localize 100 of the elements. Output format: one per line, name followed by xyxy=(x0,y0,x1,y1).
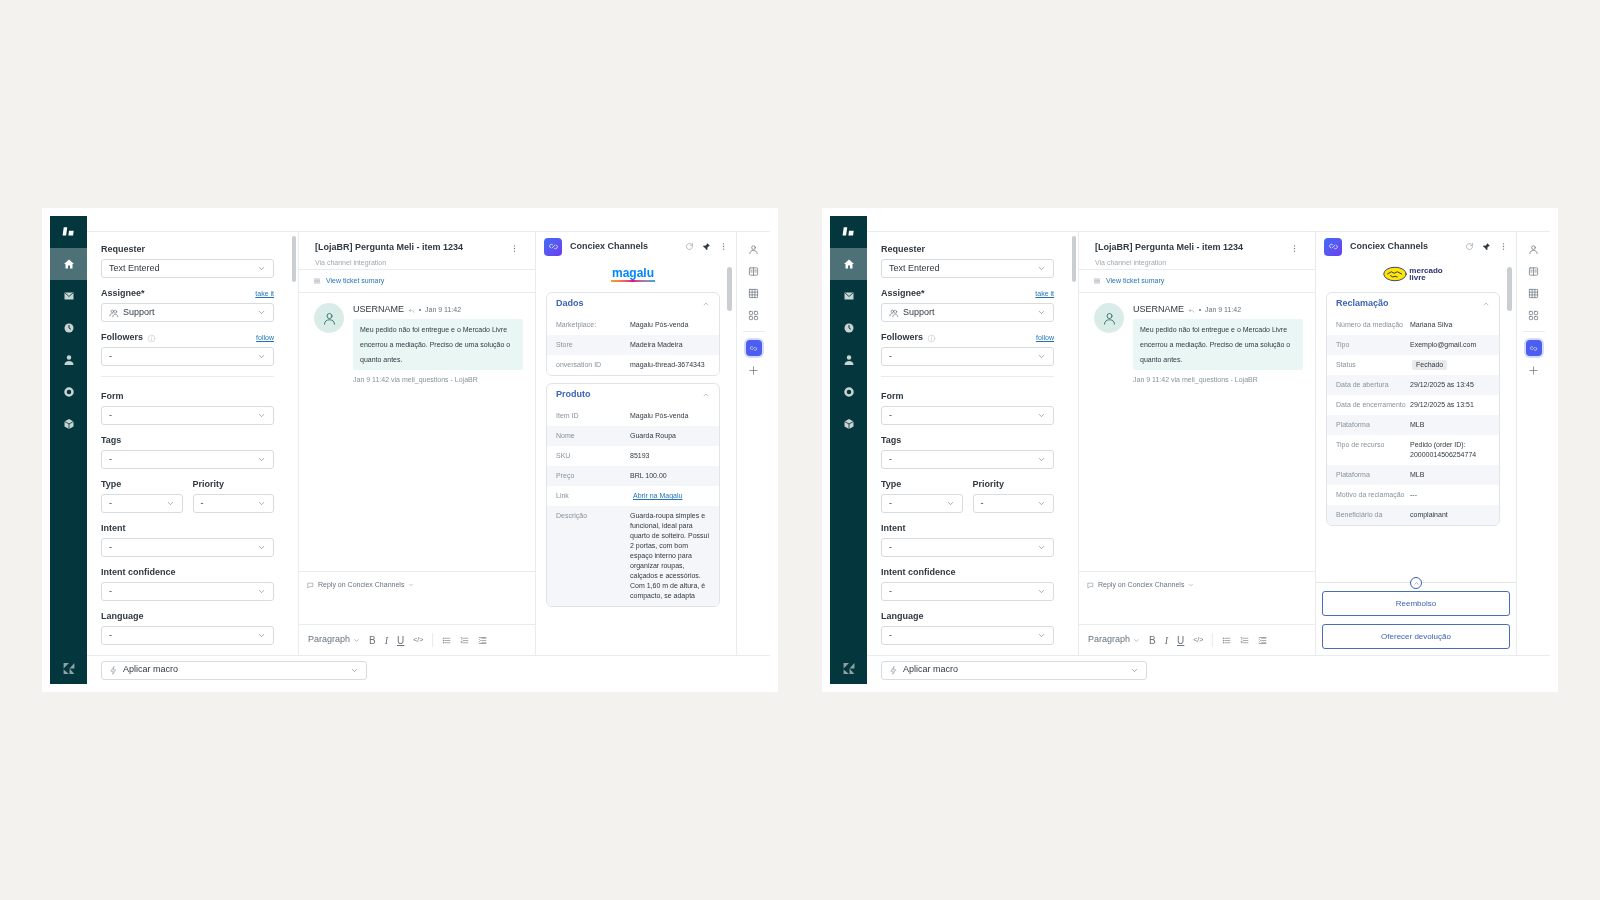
app-link-icon xyxy=(749,343,758,353)
app-title: Conciex Channels xyxy=(570,239,650,253)
dropdown-field[interactable]: - xyxy=(192,494,274,513)
dropdown-field[interactable]: - xyxy=(881,538,1054,557)
field-label: Assignee* xyxy=(101,287,145,301)
nav-item[interactable] xyxy=(830,248,867,280)
action-button[interactable]: Oferecer devolução xyxy=(1322,624,1510,649)
scrollbar-thumb[interactable] xyxy=(1071,236,1076,282)
dropdown-field[interactable]: - xyxy=(101,626,274,645)
logo-wordmark: magalu xyxy=(612,266,654,279)
dropdown-field[interactable]: - xyxy=(881,626,1054,645)
nav-item[interactable] xyxy=(50,248,87,280)
chat-bubble-icon xyxy=(1087,581,1094,589)
app-link-icon xyxy=(1529,343,1538,353)
chevron-up-icon xyxy=(1412,579,1420,587)
bulleted-list-icon[interactable] xyxy=(442,635,452,645)
field-label: Requester xyxy=(101,243,145,257)
dropdown-field[interactable]: Support xyxy=(101,303,274,322)
clock-icon xyxy=(62,322,75,334)
select-value: - xyxy=(109,628,112,642)
pin-icon[interactable] xyxy=(1482,242,1491,251)
format-button[interactable]: U xyxy=(1177,632,1185,648)
refresh-icon[interactable] xyxy=(685,242,694,251)
field-label: Language xyxy=(881,610,924,624)
format-button[interactable]: B xyxy=(1149,632,1156,648)
field-label: Requester xyxy=(881,243,925,257)
product-logo-icon[interactable] xyxy=(840,225,857,239)
select-value: Aplicar macro xyxy=(903,663,958,677)
paragraph-dropdown[interactable]: Paragraph xyxy=(308,633,361,647)
field-label: Tags xyxy=(881,434,902,448)
field-label: Tags xyxy=(101,434,122,448)
mail-icon xyxy=(842,290,855,302)
dropdown-field[interactable]: - xyxy=(101,347,274,366)
dropdown-field[interactable]: - xyxy=(101,450,274,469)
field-label: Priority xyxy=(972,478,1004,492)
dropdown-field[interactable]: Text Entered xyxy=(101,259,274,278)
chevron-down-icon xyxy=(257,543,266,552)
indent-icon[interactable] xyxy=(478,635,488,645)
section-title: Produto xyxy=(556,388,591,402)
format-button[interactable]: U xyxy=(397,632,405,648)
format-button[interactable]: I xyxy=(384,632,389,648)
select-value: - xyxy=(889,628,892,642)
dropdown-field[interactable]: - xyxy=(972,494,1054,513)
chevron-down-icon xyxy=(1037,264,1046,273)
macro-dropdown[interactable]: Aplicar macro xyxy=(881,660,1147,680)
rail-item[interactable] xyxy=(745,340,762,356)
chevron-up-icon[interactable] xyxy=(1482,300,1490,308)
select-value: - xyxy=(109,584,112,598)
contact-book-icon xyxy=(1528,265,1539,277)
plus-icon xyxy=(748,364,759,376)
chevron-down-icon xyxy=(1037,455,1046,464)
dropdown-field[interactable]: - xyxy=(881,347,1054,366)
action-button[interactable]: Reembolso xyxy=(1322,591,1510,616)
people-icon xyxy=(109,307,119,318)
dropdown-field[interactable]: - xyxy=(101,538,274,557)
product-logo-icon[interactable] xyxy=(60,225,77,239)
select-value: - xyxy=(980,496,984,510)
chevron-down-icon xyxy=(257,264,266,273)
numbered-list-icon[interactable] xyxy=(460,635,470,645)
macro-dropdown[interactable]: Aplicar macro xyxy=(101,660,367,680)
pin-icon[interactable] xyxy=(702,242,711,251)
select-value: Text Entered xyxy=(889,261,940,275)
list-icon xyxy=(313,277,321,285)
rail-item[interactable] xyxy=(1525,340,1542,356)
dropdown-field[interactable]: - xyxy=(881,582,1054,601)
reply-icon xyxy=(408,306,415,314)
scrollbar-thumb[interactable] xyxy=(291,236,296,282)
scrollbar-thumb[interactable] xyxy=(1507,267,1512,311)
logo-wordmark: mercado livre xyxy=(1409,267,1443,281)
indent-icon[interactable] xyxy=(1258,635,1268,645)
field-label: Type xyxy=(881,478,902,492)
lifebuoy-icon xyxy=(62,386,75,398)
dropdown-field[interactable]: - xyxy=(881,494,963,513)
scrollbar-thumb[interactable] xyxy=(727,267,732,311)
collapse-button[interactable] xyxy=(1410,577,1422,589)
dropdown-field[interactable]: Text Entered xyxy=(881,259,1054,278)
dropdown-field[interactable]: - xyxy=(101,582,274,601)
ticket-title: [LojaBR] Pergunta Meli - item 1234 xyxy=(1095,241,1244,254)
chevron-down-icon xyxy=(1037,411,1046,420)
chevron-up-icon[interactable] xyxy=(702,300,710,308)
chevron-up-icon[interactable] xyxy=(702,391,710,399)
select-value: - xyxy=(109,496,112,510)
refresh-icon[interactable] xyxy=(1465,242,1474,251)
lightning-icon xyxy=(109,665,118,675)
chevron-down-icon xyxy=(1037,308,1046,317)
format-button[interactable]: I xyxy=(1164,632,1169,648)
bulleted-list-icon[interactable] xyxy=(1222,635,1232,645)
dropdown-field[interactable]: - xyxy=(881,406,1054,425)
dropdown-field[interactable]: - xyxy=(101,494,183,513)
numbered-list-icon[interactable] xyxy=(1240,635,1250,645)
people-icon xyxy=(889,307,899,318)
lifebuoy-icon xyxy=(842,386,855,398)
dropdown-field[interactable]: - xyxy=(881,450,1054,469)
select-value: Support xyxy=(123,305,155,319)
dropdown-field[interactable]: Support xyxy=(881,303,1054,322)
paragraph-dropdown[interactable]: Paragraph xyxy=(1088,633,1141,647)
chevron-down-icon xyxy=(945,499,955,508)
format-button[interactable]: B xyxy=(369,632,376,648)
dropdown-field[interactable]: - xyxy=(101,406,274,425)
chevron-down-icon xyxy=(1037,631,1046,640)
